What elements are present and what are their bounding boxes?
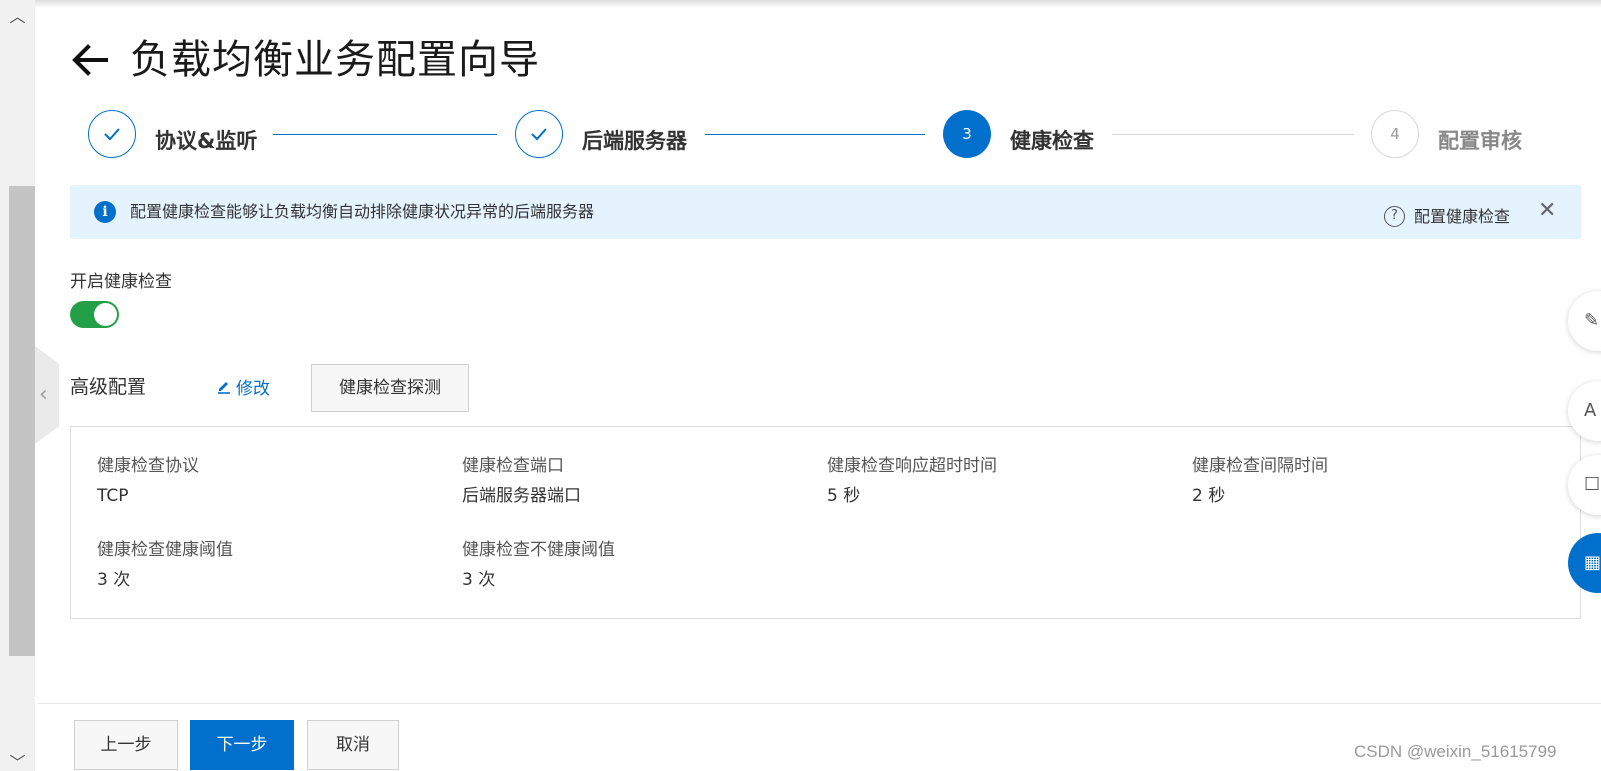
- config-value: 3 次: [97, 570, 131, 590]
- config-value: 3 次: [462, 570, 496, 590]
- close-icon[interactable]: ✕: [1538, 199, 1556, 223]
- scroll-thumb[interactable]: [9, 186, 35, 656]
- config-label: 健康检查响应超时时间: [827, 456, 997, 476]
- config-label: 健康检查间隔时间: [1192, 456, 1328, 476]
- config-item: 健康检查间隔时间 2 秒: [1192, 454, 1328, 508]
- toggle-knob: [94, 303, 117, 326]
- config-item: 健康检查健康阈值 3 次: [97, 538, 233, 592]
- watermark: CSDN @weixin_51615799: [1354, 742, 1557, 761]
- config-label: 健康检查端口: [462, 456, 564, 476]
- config-value: 后端服务器端口: [462, 486, 581, 506]
- step-3-label: 健康检查: [1010, 129, 1094, 153]
- config-label: 健康检查协议: [97, 456, 199, 476]
- help-link-configure-health-check[interactable]: 配置健康检查: [1414, 206, 1510, 228]
- cancel-button[interactable]: 取消: [307, 720, 399, 770]
- edit-label: 修改: [236, 379, 270, 399]
- config-item: 健康检查协议 TCP: [97, 454, 199, 508]
- info-icon: i: [94, 201, 116, 223]
- config-item: 健康检查端口 后端服务器端口: [462, 454, 581, 508]
- chevron-left-icon: ‹: [39, 382, 48, 407]
- step-3-number: 3: [943, 110, 991, 158]
- scroll-up-icon[interactable]: ︿: [0, 2, 35, 32]
- step-connector: [273, 134, 497, 135]
- info-banner-text: 配置健康检查能够让负载均衡自动排除健康状况异常的后端服务器: [130, 202, 595, 221]
- top-shadow: [0, 0, 1601, 8]
- collapse-sidebar-handle[interactable]: ‹: [35, 346, 59, 444]
- health-check-toggle[interactable]: [70, 301, 119, 328]
- config-value: TCP: [97, 486, 129, 506]
- feedback-edit-icon[interactable]: ✎: [1568, 291, 1601, 351]
- health-check-toggle-label: 开启健康检查: [70, 272, 172, 292]
- step-4-number: 4: [1371, 110, 1419, 158]
- step-1-label: 协议&监听: [155, 129, 258, 153]
- advanced-config-panel: 健康检查协议 TCP 健康检查端口 后端服务器端口 健康检查响应超时时间 5 秒…: [70, 426, 1581, 619]
- config-item: 健康检查不健康阈值 3 次: [462, 538, 615, 592]
- pencil-icon: [216, 377, 232, 401]
- config-value: 5 秒: [827, 486, 861, 506]
- step-2-check-icon: [515, 110, 563, 158]
- health-check-probe-button[interactable]: 健康检查探测: [311, 364, 469, 412]
- step-1-check-icon: [88, 110, 136, 158]
- prev-step-button[interactable]: 上一步: [74, 720, 178, 770]
- config-item: 健康检查响应超时时间 5 秒: [827, 454, 997, 508]
- step-connector: [1112, 134, 1354, 135]
- step-4-label: 配置审核: [1438, 129, 1522, 153]
- config-label: 健康检查不健康阈值: [462, 540, 615, 560]
- scroll-down-icon[interactable]: ﹀: [0, 748, 35, 771]
- edit-link[interactable]: 修改: [216, 377, 270, 401]
- back-arrow-icon[interactable]: [70, 40, 110, 80]
- step-2-label: 后端服务器: [582, 129, 687, 153]
- next-step-button[interactable]: 下一步: [190, 720, 294, 770]
- config-label: 健康检查健康阈值: [97, 540, 233, 560]
- step-connector: [705, 134, 925, 135]
- advanced-config-title: 高级配置: [70, 376, 147, 398]
- page-title: 负载均衡业务配置向导: [130, 37, 540, 83]
- config-value: 2 秒: [1192, 486, 1226, 506]
- footer-divider: [38, 703, 1601, 704]
- vertical-scrollbar[interactable]: ︿ ﹀: [0, 0, 35, 771]
- question-circle-icon[interactable]: ?: [1384, 206, 1405, 227]
